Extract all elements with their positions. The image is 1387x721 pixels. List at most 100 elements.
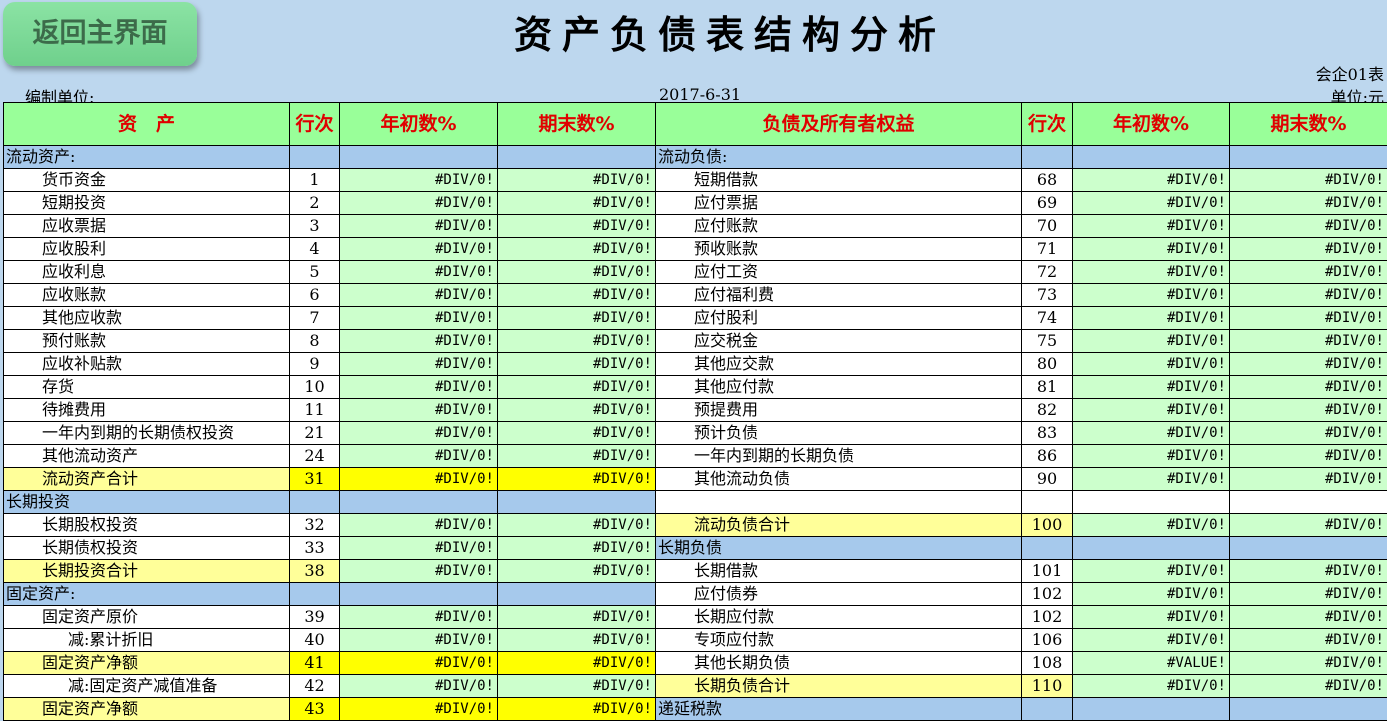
liability-end-pct-cell[interactable]: #DIV/0!: [1230, 583, 1387, 606]
liability-begin-pct-cell[interactable]: #DIV/0!: [1073, 560, 1230, 583]
asset-end-pct-cell[interactable]: #DIV/0!: [498, 307, 656, 330]
asset-name-cell[interactable]: 货币资金: [4, 169, 290, 192]
asset-line-cell[interactable]: 3: [290, 215, 340, 238]
asset-begin-pct-cell[interactable]: #DIV/0!: [340, 422, 498, 445]
liability-begin-pct-cell[interactable]: #DIV/0!: [1073, 583, 1230, 606]
asset-begin-pct-cell[interactable]: #DIV/0!: [340, 399, 498, 422]
liability-name-cell[interactable]: 一年内到期的长期负债: [656, 445, 1022, 468]
asset-begin-pct-cell[interactable]: #DIV/0!: [340, 560, 498, 583]
asset-name-cell[interactable]: 应收票据: [4, 215, 290, 238]
asset-end-pct-cell[interactable]: [498, 146, 656, 169]
liability-begin-pct-cell[interactable]: #DIV/0!: [1073, 284, 1230, 307]
asset-name-cell[interactable]: 其他流动资产: [4, 445, 290, 468]
liability-line-cell[interactable]: 72: [1022, 261, 1073, 284]
header-end-right[interactable]: 期末数%: [1230, 103, 1387, 146]
liability-line-cell[interactable]: 68: [1022, 169, 1073, 192]
asset-line-cell[interactable]: [290, 583, 340, 606]
liability-begin-pct-cell[interactable]: #DIV/0!: [1073, 606, 1230, 629]
liability-end-pct-cell[interactable]: #DIV/0!: [1230, 192, 1387, 215]
liability-line-cell[interactable]: [1022, 491, 1073, 514]
liability-end-pct-cell[interactable]: #DIV/0!: [1230, 514, 1387, 537]
asset-end-pct-cell[interactable]: #DIV/0!: [498, 468, 656, 491]
asset-name-cell[interactable]: 应收补贴款: [4, 353, 290, 376]
asset-end-pct-cell[interactable]: #DIV/0!: [498, 514, 656, 537]
liability-line-cell[interactable]: 71: [1022, 238, 1073, 261]
header-line-right[interactable]: 行次: [1022, 103, 1073, 146]
liability-begin-pct-cell[interactable]: #DIV/0!: [1073, 514, 1230, 537]
liability-begin-pct-cell[interactable]: #DIV/0!: [1073, 376, 1230, 399]
back-to-main-button[interactable]: 返回主界面: [3, 2, 197, 66]
liability-name-cell[interactable]: [656, 491, 1022, 514]
liability-line-cell[interactable]: [1022, 537, 1073, 560]
liability-end-pct-cell[interactable]: #DIV/0!: [1230, 652, 1387, 675]
asset-line-cell[interactable]: 33: [290, 537, 340, 560]
asset-name-cell[interactable]: 减:累计折旧: [4, 629, 290, 652]
asset-end-pct-cell[interactable]: #DIV/0!: [498, 376, 656, 399]
liability-name-cell[interactable]: 预提费用: [656, 399, 1022, 422]
asset-line-cell[interactable]: 10: [290, 376, 340, 399]
asset-end-pct-cell[interactable]: #DIV/0!: [498, 284, 656, 307]
asset-end-pct-cell[interactable]: #DIV/0!: [498, 445, 656, 468]
liability-name-cell[interactable]: 预计负债: [656, 422, 1022, 445]
asset-name-cell[interactable]: 长期股权投资: [4, 514, 290, 537]
liability-name-cell[interactable]: 长期应付款: [656, 606, 1022, 629]
asset-begin-pct-cell[interactable]: #DIV/0!: [340, 445, 498, 468]
asset-name-cell[interactable]: 应收股利: [4, 238, 290, 261]
asset-begin-pct-cell[interactable]: #DIV/0!: [340, 698, 498, 721]
liability-line-cell[interactable]: 69: [1022, 192, 1073, 215]
liability-line-cell[interactable]: [1022, 698, 1073, 721]
liability-begin-pct-cell[interactable]: #DIV/0!: [1073, 307, 1230, 330]
asset-line-cell[interactable]: 4: [290, 238, 340, 261]
asset-end-pct-cell[interactable]: #DIV/0!: [498, 399, 656, 422]
liability-end-pct-cell[interactable]: #DIV/0!: [1230, 169, 1387, 192]
liability-end-pct-cell[interactable]: [1230, 537, 1387, 560]
liability-name-cell[interactable]: 流动负债合计: [656, 514, 1022, 537]
liability-line-cell[interactable]: 101: [1022, 560, 1073, 583]
asset-begin-pct-cell[interactable]: #DIV/0!: [340, 652, 498, 675]
liability-name-cell[interactable]: 应付工资: [656, 261, 1022, 284]
asset-end-pct-cell[interactable]: [498, 583, 656, 606]
asset-name-cell[interactable]: 短期投资: [4, 192, 290, 215]
liability-line-cell[interactable]: 108: [1022, 652, 1073, 675]
asset-begin-pct-cell[interactable]: [340, 491, 498, 514]
asset-line-cell[interactable]: 2: [290, 192, 340, 215]
liability-line-cell[interactable]: 90: [1022, 468, 1073, 491]
asset-name-cell[interactable]: 长期投资: [4, 491, 290, 514]
liability-end-pct-cell[interactable]: #DIV/0!: [1230, 215, 1387, 238]
asset-end-pct-cell[interactable]: #DIV/0!: [498, 675, 656, 698]
liability-name-cell[interactable]: 长期负债合计: [656, 675, 1022, 698]
liability-name-cell[interactable]: 流动负债:: [656, 146, 1022, 169]
asset-name-cell[interactable]: 待摊费用: [4, 399, 290, 422]
liability-line-cell[interactable]: 83: [1022, 422, 1073, 445]
liability-end-pct-cell[interactable]: #DIV/0!: [1230, 560, 1387, 583]
asset-end-pct-cell[interactable]: #DIV/0!: [498, 169, 656, 192]
liability-name-cell[interactable]: 长期借款: [656, 560, 1022, 583]
liability-name-cell[interactable]: 应交税金: [656, 330, 1022, 353]
liability-begin-pct-cell[interactable]: #VALUE!: [1073, 652, 1230, 675]
asset-begin-pct-cell[interactable]: #DIV/0!: [340, 675, 498, 698]
liability-end-pct-cell[interactable]: #DIV/0!: [1230, 422, 1387, 445]
asset-line-cell[interactable]: 5: [290, 261, 340, 284]
liability-name-cell[interactable]: 其他应付款: [656, 376, 1022, 399]
liability-name-cell[interactable]: 短期借款: [656, 169, 1022, 192]
asset-line-cell[interactable]: 39: [290, 606, 340, 629]
liability-line-cell[interactable]: 86: [1022, 445, 1073, 468]
liability-begin-pct-cell[interactable]: #DIV/0!: [1073, 422, 1230, 445]
asset-end-pct-cell[interactable]: #DIV/0!: [498, 261, 656, 284]
liability-name-cell[interactable]: 长期负债: [656, 537, 1022, 560]
asset-end-pct-cell[interactable]: #DIV/0!: [498, 606, 656, 629]
asset-begin-pct-cell[interactable]: #DIV/0!: [340, 192, 498, 215]
liability-begin-pct-cell[interactable]: #DIV/0!: [1073, 468, 1230, 491]
asset-line-cell[interactable]: 24: [290, 445, 340, 468]
liability-line-cell[interactable]: 102: [1022, 583, 1073, 606]
liability-line-cell[interactable]: 70: [1022, 215, 1073, 238]
asset-line-cell[interactable]: 11: [290, 399, 340, 422]
asset-begin-pct-cell[interactable]: #DIV/0!: [340, 376, 498, 399]
asset-end-pct-cell[interactable]: #DIV/0!: [498, 192, 656, 215]
liability-end-pct-cell[interactable]: #DIV/0!: [1230, 261, 1387, 284]
liability-name-cell[interactable]: 其他流动负债: [656, 468, 1022, 491]
asset-begin-pct-cell[interactable]: #DIV/0!: [340, 261, 498, 284]
asset-end-pct-cell[interactable]: #DIV/0!: [498, 238, 656, 261]
liability-line-cell[interactable]: 80: [1022, 353, 1073, 376]
asset-line-cell[interactable]: 7: [290, 307, 340, 330]
